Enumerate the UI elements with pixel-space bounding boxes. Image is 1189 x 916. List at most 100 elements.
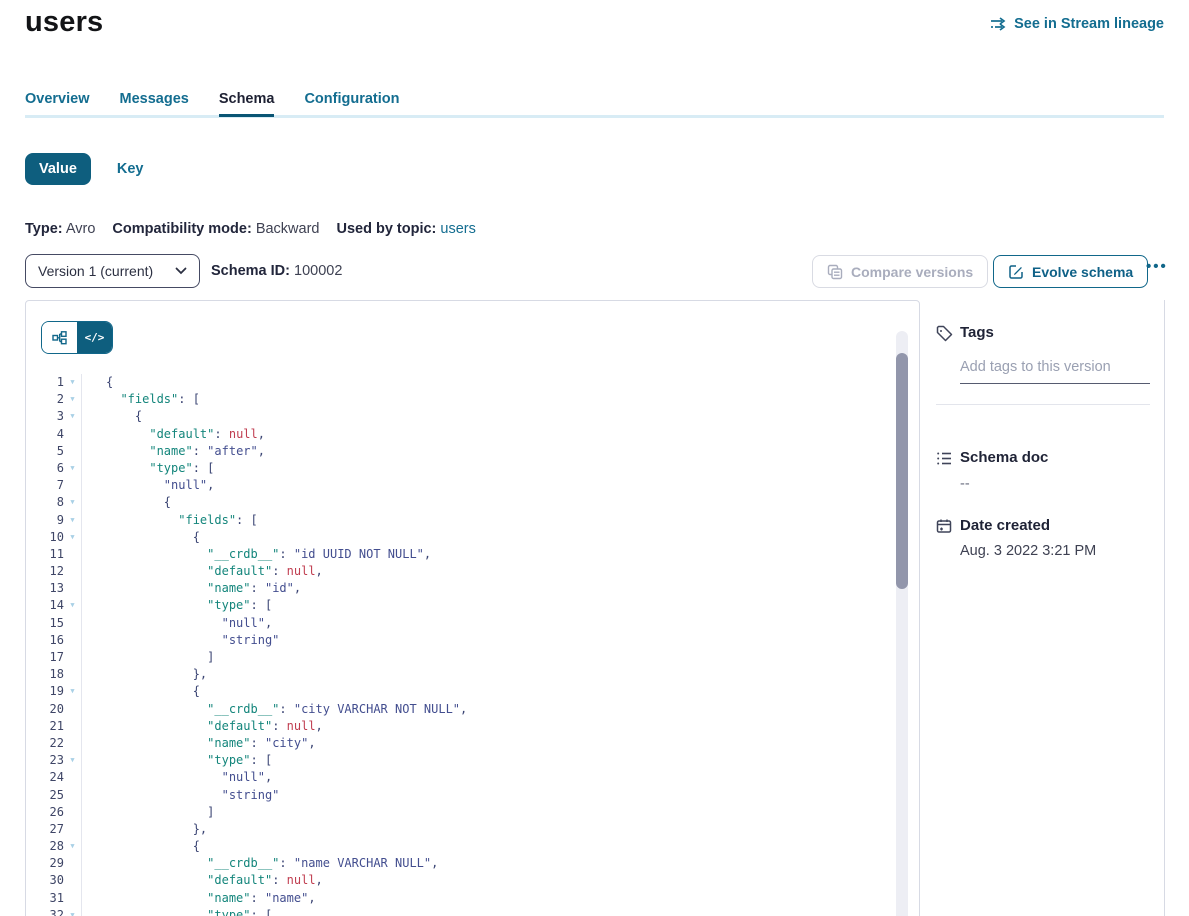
fold-toggle-icon[interactable]: ▼	[64, 597, 81, 614]
see-in-stream-lineage-link[interactable]: See in Stream lineage	[990, 16, 1164, 32]
code-line: 29 "__crdb__": "name VARCHAR NULL",	[26, 855, 895, 872]
code-text: "type": [	[81, 752, 272, 769]
sidebar-divider	[936, 404, 1150, 405]
line-number: 28	[26, 838, 64, 855]
value-toggle-button[interactable]: Value	[25, 153, 91, 185]
type-label: Type:	[25, 221, 63, 237]
code-text: {	[81, 494, 171, 511]
code-line: 28▼ {	[26, 838, 895, 855]
line-number: 13	[26, 580, 64, 597]
compare-icon	[827, 264, 843, 280]
editor-scrollbar-thumb[interactable]	[896, 353, 908, 589]
code-line: 9▼ "fields": [	[26, 512, 895, 529]
tree-view-button[interactable]	[42, 322, 77, 353]
fold-spacer	[64, 666, 81, 683]
used-by-topic: Used by topic: users	[336, 221, 475, 237]
code-line: 25 "string"	[26, 787, 895, 804]
fold-toggle-icon[interactable]: ▼	[64, 512, 81, 529]
compat-value: Backward	[256, 221, 320, 237]
schema-id: Schema ID: 100002	[211, 263, 342, 279]
schema-meta-row: Type: Avro Compatibility mode: Backward …	[25, 221, 476, 237]
code-text: "null",	[81, 769, 272, 786]
date-created-value: Aug. 3 2022 3:21 PM	[960, 543, 1096, 559]
code-text: "string"	[81, 632, 279, 649]
line-number: 7	[26, 477, 64, 494]
code-text: "name": "id",	[81, 580, 301, 597]
code-text: ]	[81, 649, 214, 666]
code-line: 24 "null",	[26, 769, 895, 786]
compare-versions-button[interactable]: Compare versions	[812, 255, 988, 288]
tab-overview[interactable]: Overview	[25, 91, 90, 117]
code-line: 17 ]	[26, 649, 895, 666]
code-text: {	[81, 408, 142, 425]
editor-scrollbar[interactable]	[896, 331, 908, 916]
line-number: 27	[26, 821, 64, 838]
code-line: 32▼ "type": [	[26, 907, 895, 916]
version-dropdown-value: Version 1 (current)	[38, 263, 153, 279]
tab-bar: Overview Messages Schema Configuration	[25, 91, 400, 117]
tab-configuration[interactable]: Configuration	[304, 91, 399, 117]
code-line: 2▼ "fields": [	[26, 391, 895, 408]
fold-spacer	[64, 546, 81, 563]
fold-toggle-icon[interactable]: ▼	[64, 838, 81, 855]
fold-spacer	[64, 872, 81, 889]
code-line: 31 "name": "name",	[26, 890, 895, 907]
code-line: 7 "null",	[26, 477, 895, 494]
date-created-heading: Date created	[960, 517, 1050, 534]
fold-spacer	[64, 804, 81, 821]
code-line: 10▼ {	[26, 529, 895, 546]
schema-type: Type: Avro	[25, 221, 95, 237]
code-line: 4 "default": null,	[26, 426, 895, 443]
code-line: 23▼ "type": [	[26, 752, 895, 769]
page-title: users	[25, 6, 103, 39]
more-options-button[interactable]: •••	[1146, 258, 1168, 275]
evolve-schema-button[interactable]: Evolve schema	[993, 255, 1148, 288]
compatibility-mode: Compatibility mode: Backward	[112, 221, 319, 237]
code-text: "__crdb__": "id UUID NOT NULL",	[81, 546, 431, 563]
code-line: 1▼{	[26, 374, 895, 391]
calendar-icon	[936, 518, 953, 535]
code-text: "type": [	[81, 597, 272, 614]
code-text: "fields": [	[81, 391, 200, 408]
fold-spacer	[64, 632, 81, 649]
fold-toggle-icon[interactable]: ▼	[64, 494, 81, 511]
code-text: "string"	[81, 787, 279, 804]
line-number: 25	[26, 787, 64, 804]
tab-schema[interactable]: Schema	[219, 91, 275, 117]
code-line: 5 "name": "after",	[26, 443, 895, 460]
fold-toggle-icon[interactable]: ▼	[64, 529, 81, 546]
code-line: 15 "null",	[26, 615, 895, 632]
fold-toggle-icon[interactable]: ▼	[64, 408, 81, 425]
version-dropdown[interactable]: Version 1 (current)	[25, 254, 200, 288]
sidebar-right-border	[1164, 300, 1165, 916]
line-number: 9	[26, 512, 64, 529]
code-line: 6▼ "type": [	[26, 460, 895, 477]
fold-spacer	[64, 649, 81, 666]
code-line: 8▼ {	[26, 494, 895, 511]
code-view-button[interactable]: </>	[77, 322, 112, 353]
line-number: 3	[26, 408, 64, 425]
schema-id-label: Schema ID:	[211, 263, 290, 279]
tab-messages[interactable]: Messages	[120, 91, 189, 117]
schema-code-editor[interactable]: 1▼{2▼ "fields": [3▼ {4 "default": null,5…	[26, 374, 895, 916]
fold-toggle-icon[interactable]: ▼	[64, 683, 81, 700]
topic-link[interactable]: users	[440, 221, 475, 237]
fold-toggle-icon[interactable]: ▼	[64, 374, 81, 391]
fold-toggle-icon[interactable]: ▼	[64, 907, 81, 916]
fold-spacer	[64, 701, 81, 718]
line-number: 29	[26, 855, 64, 872]
code-line: 26 ]	[26, 804, 895, 821]
fold-toggle-icon[interactable]: ▼	[64, 460, 81, 477]
code-line: 21 "default": null,	[26, 718, 895, 735]
code-line: 11 "__crdb__": "id UUID NOT NULL",	[26, 546, 895, 563]
fold-toggle-icon[interactable]: ▼	[64, 391, 81, 408]
line-number: 20	[26, 701, 64, 718]
fold-toggle-icon[interactable]: ▼	[64, 752, 81, 769]
code-text: {	[81, 683, 200, 700]
value-key-toggle: Value Key	[25, 153, 144, 185]
code-text: "__crdb__": "name VARCHAR NULL",	[81, 855, 438, 872]
line-number: 8	[26, 494, 64, 511]
line-number: 19	[26, 683, 64, 700]
key-toggle-link[interactable]: Key	[117, 161, 144, 177]
add-tags-input[interactable]	[960, 357, 1150, 384]
